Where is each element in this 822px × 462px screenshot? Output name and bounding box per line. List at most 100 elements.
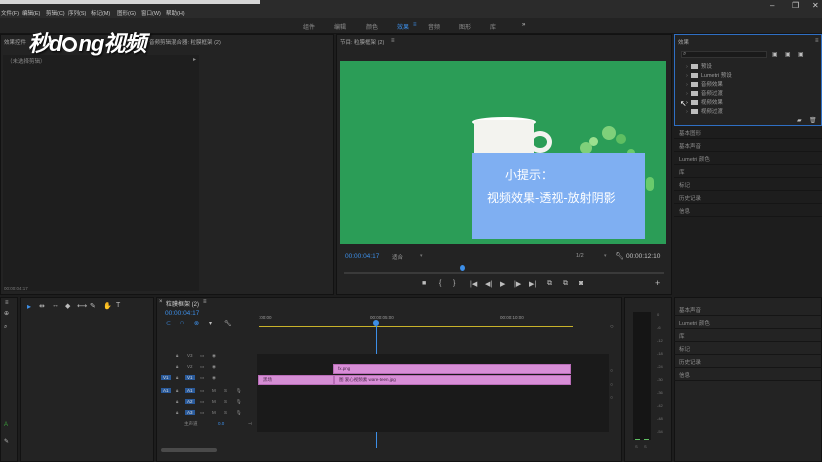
- timeline-scroll-icon[interactable]: ○: [610, 395, 613, 401]
- program-current-timecode[interactable]: 00:00:04:17: [345, 253, 379, 260]
- step-back-icon[interactable]: ◀|: [485, 280, 492, 288]
- program-menu-icon[interactable]: ≡: [391, 38, 395, 44]
- fit-dropdown[interactable]: 适合: [392, 253, 403, 261]
- panel-info-lower[interactable]: 信息: [674, 368, 822, 381]
- go-to-in-icon[interactable]: |◀: [470, 280, 477, 288]
- accelerated-effects-icon[interactable]: ▣: [772, 51, 778, 58]
- pen-tool-icon[interactable]: ✎: [90, 302, 96, 310]
- effects-folder-video-effects[interactable]: › 视频效果: [686, 98, 723, 106]
- tab-effects-menu-icon[interactable]: ≡: [413, 22, 417, 28]
- workspace-more-icon[interactable]: »: [522, 22, 525, 28]
- timeline-scroll-icon[interactable]: ○: [610, 368, 613, 374]
- pen-icon[interactable]: ✎: [4, 438, 9, 445]
- mark-in-icon[interactable]: {: [439, 280, 441, 287]
- panel-history[interactable]: 历史记录: [674, 191, 822, 204]
- go-to-out-icon[interactable]: ▶|: [529, 280, 536, 288]
- menu-marker[interactable]: 标记(M): [91, 9, 110, 17]
- timeline-scrollbar[interactable]: [161, 448, 217, 452]
- panel-essential-sound-lower[interactable]: 基本声音: [674, 303, 822, 316]
- minimize-icon[interactable]: –: [770, 1, 774, 10]
- tab-assembly[interactable]: 组件: [303, 22, 315, 31]
- fit-dropdown-arrow-icon[interactable]: ▾: [420, 253, 423, 259]
- type-tool-icon[interactable]: T: [116, 302, 120, 309]
- clip-fx-png[interactable]: fx.png: [333, 364, 571, 374]
- export-frame-icon[interactable]: ◙: [579, 280, 583, 287]
- extract-icon[interactable]: ⧉: [563, 280, 568, 288]
- panel-libraries-lower[interactable]: 库: [674, 329, 822, 342]
- timeline-title[interactable]: 粒膜框架 (2): [166, 299, 199, 308]
- effects-menu-icon[interactable]: ≡: [815, 38, 819, 44]
- effects-folder-lumetri-presets[interactable]: › Lumetri 预设: [686, 71, 732, 79]
- maximize-icon[interactable]: ❐: [792, 1, 799, 10]
- timeline-menu-icon[interactable]: ≡: [203, 299, 207, 305]
- tab-graphics[interactable]: 图形: [459, 22, 471, 31]
- nest-icon[interactable]: ⊂: [166, 320, 171, 327]
- panel-lumetri-color-lower[interactable]: Lumetri 颜色: [674, 316, 822, 329]
- tab-audio[interactable]: 音频: [428, 22, 440, 31]
- effects-folder-presets[interactable]: › 预设: [686, 62, 712, 70]
- 32bit-effects-icon[interactable]: ▣: [785, 51, 791, 58]
- program-monitor-title[interactable]: 节目: 粒膜框架 (2): [340, 38, 384, 46]
- yuv-effects-icon[interactable]: ▣: [798, 51, 804, 58]
- clip-main-image[interactable]: 图 爱心视频素 ware-teen.jpg: [334, 375, 571, 385]
- panel-history-lower[interactable]: 历史记录: [674, 355, 822, 368]
- mark-out-icon[interactable]: }: [453, 280, 455, 287]
- track-header-a3[interactable]: 🔒︎ A3 ▭ M S 🎙︎: [156, 410, 256, 421]
- tab-libraries[interactable]: 库: [490, 22, 496, 31]
- solo-right-button[interactable]: S: [644, 444, 647, 449]
- panel-libraries[interactable]: 库: [674, 165, 822, 178]
- work-area-bar[interactable]: [259, 326, 573, 327]
- quality-dropdown-arrow-icon[interactable]: ▾: [604, 253, 607, 259]
- panel-lumetri-color[interactable]: Lumetri 颜色: [674, 152, 822, 165]
- menu-help[interactable]: 帮助(H): [166, 9, 185, 17]
- timeline-settings-icon[interactable]: 🔧︎: [224, 320, 232, 327]
- tab-effects[interactable]: 效果: [397, 22, 409, 31]
- track-header-a2[interactable]: 🔒︎ A2 ▭ M S 🎙︎: [156, 399, 256, 410]
- hand-tool-icon[interactable]: ✋: [103, 302, 112, 310]
- add-marker-icon[interactable]: ■: [422, 280, 426, 287]
- slip-tool-icon[interactable]: ⟷: [77, 302, 87, 310]
- menu-sequence[interactable]: 序列(S): [68, 9, 86, 17]
- panel-essential-graphics[interactable]: 基本图形: [674, 126, 822, 139]
- menu-graphics[interactable]: 图形(G): [117, 9, 136, 17]
- menu-clip[interactable]: 剪辑(C): [46, 9, 65, 17]
- effects-folder-video-transitions[interactable]: › 视频过渡: [686, 107, 723, 115]
- effect-controls-title[interactable]: 效果控件: [4, 38, 26, 46]
- close-icon[interactable]: ✕: [812, 1, 819, 10]
- tab-color[interactable]: 颜色: [366, 22, 378, 31]
- panel-markers[interactable]: 标记: [674, 178, 822, 191]
- selection-tool-icon[interactable]: ▸: [27, 302, 31, 311]
- track-header-v3[interactable]: 🔒︎ V3 ▭ ◉: [156, 353, 256, 364]
- add-marker-icon[interactable]: ▾: [209, 320, 212, 327]
- menu-edit[interactable]: 编辑(E): [22, 9, 40, 17]
- ripple-edit-tool-icon[interactable]: ↔: [52, 302, 59, 309]
- step-forward-icon[interactable]: |▶: [514, 280, 521, 288]
- panel-menu-icon[interactable]: ≡: [5, 300, 9, 306]
- effects-folder-audio-effects[interactable]: › 音频效果: [686, 80, 723, 88]
- quality-dropdown[interactable]: 1/2: [576, 253, 584, 259]
- snap-icon[interactable]: ∩: [180, 320, 184, 326]
- panel-info[interactable]: 信息: [674, 204, 822, 217]
- panel-arrow-icon[interactable]: ▸: [193, 56, 196, 63]
- track-header-master[interactable]: 主声道 0.0 ⊣: [156, 421, 256, 432]
- search-icon[interactable]: ⌕: [4, 324, 7, 331]
- tab-editing[interactable]: 编辑: [334, 22, 346, 31]
- button-editor-icon[interactable]: +: [655, 278, 660, 288]
- track-select-tool-icon[interactable]: ⇹: [39, 302, 45, 310]
- menu-file[interactable]: 文件(F): [1, 9, 19, 17]
- track-header-a1[interactable]: A1 🔒︎ A1 ▭ M S 🎙︎: [156, 388, 256, 399]
- clip-black-video[interactable]: 黑场: [258, 375, 334, 385]
- timeline-timecode[interactable]: 00:00:04:17: [165, 310, 199, 317]
- menu-window[interactable]: 窗口(W): [141, 9, 161, 17]
- new-bin-icon[interactable]: ▰: [797, 117, 802, 124]
- lift-icon[interactable]: ⧉: [547, 280, 552, 288]
- solo-left-button[interactable]: S: [635, 444, 638, 449]
- effects-folder-audio-transitions[interactable]: › 音频过渡: [686, 89, 723, 97]
- timeline-scroll-icon[interactable]: ○: [610, 382, 613, 388]
- audio-mixer-tab[interactable]: 音频剪辑混合器: 粒膜框架 (2): [149, 38, 221, 46]
- wrench-icon[interactable]: 🔧︎: [615, 252, 624, 260]
- linked-selection-icon[interactable]: ⊗: [194, 320, 199, 327]
- delete-icon[interactable]: 🗑︎: [809, 117, 817, 124]
- effects-panel-title[interactable]: 效果: [678, 38, 689, 46]
- program-video-frame[interactable]: 小提示： 视频效果-透视-放射阴影: [340, 61, 666, 244]
